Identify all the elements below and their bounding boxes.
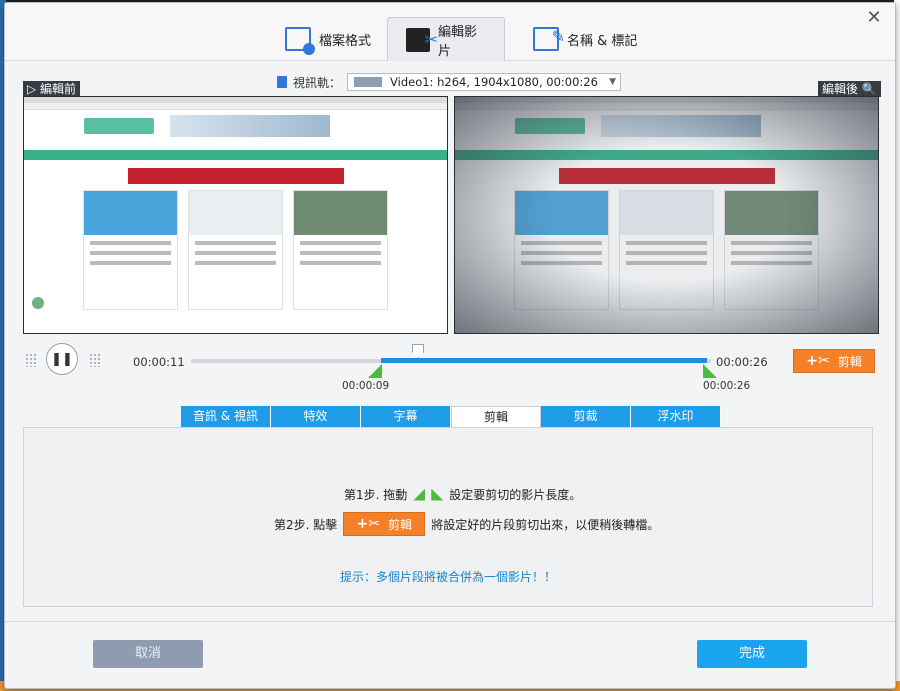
pause-button[interactable]: ❚❚: [46, 343, 78, 375]
tab-label: 檔案格式: [319, 33, 372, 49]
range-start-time: 00:00:09: [342, 380, 390, 392]
start-flag-icon: [413, 488, 426, 501]
tab-cut[interactable]: 剪輯: [451, 406, 541, 427]
end-flag-icon: [431, 488, 444, 501]
track-thumbnail: [354, 77, 383, 87]
cut-button-label: 剪輯: [837, 354, 862, 369]
playhead-handle[interactable]: [412, 344, 424, 358]
inline-cut-icon: +✂ 剪輯: [343, 512, 426, 536]
step1-line: 第1步. 拖動 設定要剪切的影片長度。: [344, 486, 581, 503]
range-end-handle[interactable]: [703, 364, 717, 378]
tab-label: 編輯影片: [438, 24, 478, 59]
chevron-down-icon: ▼: [609, 77, 617, 87]
before-edit-label: ▷ 編輯前: [23, 81, 81, 97]
video-track-row: 視訊軌： Video1: h264, 1904x1080, 00:00:26 ▼: [277, 73, 622, 91]
main-tab-bar: 檔案格式 編輯影片 名稱 & 標記 ✕: [5, 3, 895, 61]
edit-video-dialog: 檔案格式 編輯影片 名稱 & 標記 ✕ 視訊軌： Video1: h264, 1…: [4, 2, 896, 689]
timeline-selection: [381, 358, 707, 363]
preview-before: [23, 96, 448, 334]
tab-edit-video[interactable]: 編輯影片: [387, 17, 505, 61]
dialog-footer: 取消 完成: [5, 621, 895, 687]
video-track-value: Video1: h264, 1904x1080, 00:00:26: [390, 75, 598, 89]
tab-effects[interactable]: 特效: [271, 406, 361, 427]
video-track-label: 視訊軌：: [293, 75, 342, 90]
tab-subtitles[interactable]: 字幕: [361, 406, 451, 427]
done-button[interactable]: 完成: [697, 640, 807, 668]
file-settings-icon: [285, 27, 315, 55]
video-track-select[interactable]: Video1: h264, 1904x1080, 00:00:26 ▼: [347, 73, 622, 91]
inline-cut-label: 剪輯: [387, 517, 412, 532]
step1-suffix: 設定要剪切的影片長度。: [449, 488, 582, 502]
video-edit-icon: [406, 27, 438, 52]
tab-crop[interactable]: 剪裁: [541, 406, 631, 427]
tab-audio-video[interactable]: 音訊 & 視訊: [181, 406, 271, 427]
current-time: 00:00:11: [133, 355, 185, 369]
tab-watermark[interactable]: 浮水印: [631, 406, 721, 427]
range-start-handle[interactable]: [368, 364, 382, 378]
edit-sub-tabs: 音訊 & 視訊 特效 字幕 剪輯 剪裁 浮水印: [181, 406, 721, 427]
grip-left-icon: [25, 353, 37, 367]
tab-name-tag[interactable]: 名稱 & 標記: [515, 17, 655, 61]
after-edit-label[interactable]: 編輯後 🔍: [818, 81, 881, 97]
step2-line: 第2步. 點擊 +✂ 剪輯 將設定好的片段剪切出來，以便稍後轉檔。: [274, 512, 659, 536]
add-scissors-icon: +✂: [806, 353, 830, 369]
preview-after: [454, 96, 879, 334]
video-track-icon: [277, 76, 287, 88]
step2-suffix: 將設定好的片段剪切出來，以便稍後轉檔。: [431, 517, 660, 532]
range-end-time: 00:00:26: [703, 380, 751, 392]
rename-tag-icon: [533, 27, 565, 51]
tab-file-format[interactable]: 檔案格式: [267, 17, 389, 61]
add-scissors-icon: +✂: [356, 516, 380, 532]
step1-prefix: 第1步. 拖動: [344, 488, 408, 502]
step2-prefix: 第2步. 點擊: [274, 517, 338, 532]
cut-instructions-panel: 第1步. 拖動 設定要剪切的影片長度。 第2步. 點擊 +✂ 剪輯 將設定好的片…: [23, 427, 873, 607]
cut-button[interactable]: +✂ 剪輯: [793, 349, 875, 373]
grip-right-icon: [89, 353, 101, 367]
end-time: 00:00:26: [716, 355, 768, 369]
tab-label: 名稱 & 標記: [567, 33, 638, 49]
cancel-button[interactable]: 取消: [93, 640, 203, 668]
close-icon[interactable]: ✕: [865, 9, 883, 27]
merge-hint: 提示：多個片段將被合併為一個影片！！: [339, 570, 556, 584]
